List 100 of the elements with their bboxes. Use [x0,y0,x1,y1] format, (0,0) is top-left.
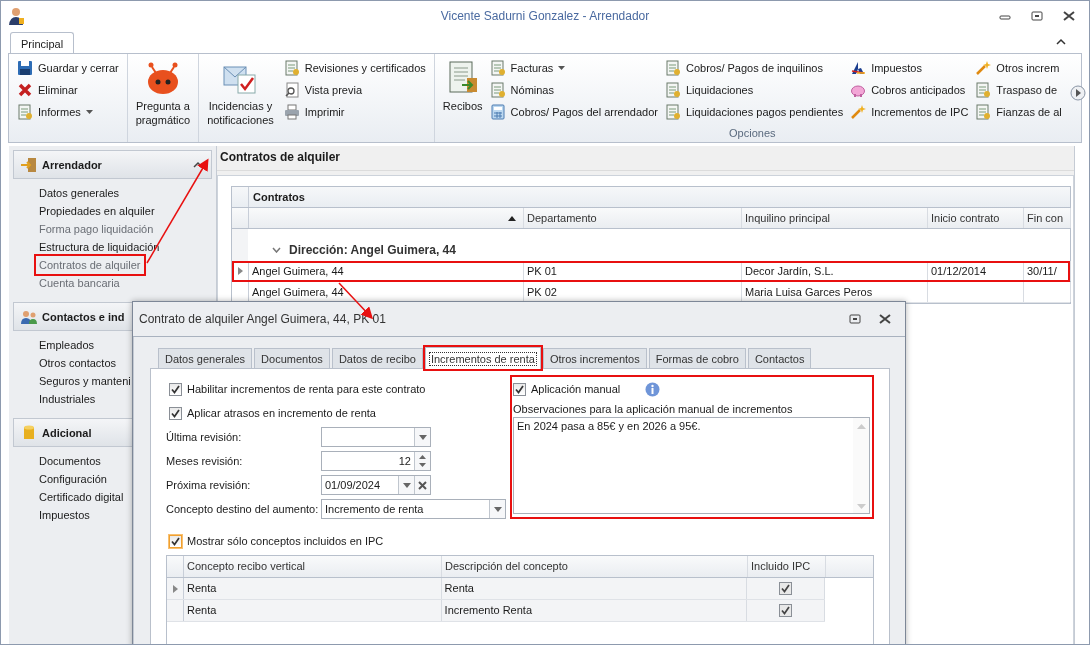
scroll-right-icon[interactable] [1069,85,1086,101]
document-icon [17,104,33,120]
ribbon-button[interactable]: Imprimir [281,101,428,123]
large-ribbon-button[interactable]: Pregunta a pragmático [133,57,193,142]
dropdown-caret-icon [85,110,93,114]
table-cell: PK 01 [527,265,557,277]
ribbon-button[interactable]: Nóminas [487,79,660,101]
grid-row[interactable]: Angel Guimera, 44 PK 01 Decor Jardín, S.L. 01/12/2014 30/11/ [232,261,1070,282]
table-cell-text: Incremento Renta [444,603,533,618]
checkbox-label: Aplicar atrasos en incremento de renta [187,407,376,419]
navigation-link[interactable]: Certificado digital [36,488,127,506]
ribbon-button[interactable]: Cobros/ Pagos de inquilinos [662,57,846,79]
field-label: Próxima revisión: [166,479,252,491]
column-header[interactable]: Descripción del concepto [442,556,748,577]
navigation-link[interactable]: Propiedades en alquiler [36,202,158,220]
magnifier-icon [283,82,300,98]
ribbon-button[interactable]: Fianzas de al [973,101,1064,123]
ribbon-button[interactable]: Eliminar [15,79,121,101]
ribbon-button[interactable]: Facturas [487,57,660,79]
column-header[interactable]: Fin con [1024,208,1071,228]
navigation-link[interactable]: Documentos [36,452,104,470]
table-cell: PK 02 [527,286,557,298]
spinner-arrows-icon[interactable] [419,454,426,468]
dialog-tab[interactable]: Incrementos de renta [424,347,541,369]
sparkle-icon [850,104,867,120]
ribbon-button[interactable]: Cobros/ Pagos del arrendador [487,101,660,123]
ribbon-button[interactable]: Traspaso de [973,79,1064,101]
ribbon-button[interactable]: Informes [15,101,121,123]
large-ribbon-button[interactable]: Recibos [440,57,485,126]
checkbox[interactable] [779,604,793,617]
ribbon-button[interactable]: Liquidaciones [662,79,846,101]
table-cell: Maria Luisa Garces Peros [745,286,873,298]
input-field[interactable]: 12 [321,451,431,471]
row-pointer-icon [237,267,243,275]
info-icon[interactable] [645,381,661,397]
navigation-link[interactable]: Impuestos [36,506,93,524]
dialog-tab[interactable]: Datos generales [158,348,253,368]
table-cell-text: Renta [444,581,474,596]
input-field[interactable]: Incremento de renta [321,499,506,519]
ribbon-button[interactable]: Vista previa [281,79,428,101]
column-header[interactable]: Concepto recibo vertical [184,556,442,577]
dialog-tab[interactable]: Datos de recibo [331,348,423,368]
document-icon [489,82,506,98]
table-cell: Angel Guimera, 44 [252,286,344,298]
grid-title: Contratos [252,190,305,205]
navigation-link[interactable]: Seguros y manteni [36,372,134,390]
chevron-down-icon[interactable] [272,247,281,253]
ribbon-button[interactable]: Cobros anticipados [848,79,971,101]
people-icon [20,308,38,325]
document-icon [975,82,992,98]
ribbon-button[interactable]: Incrementos de IPC [848,101,971,123]
collapse-ribbon-icon[interactable] [1056,38,1066,46]
restore-icon[interactable] [849,314,861,324]
ribbon-button[interactable]: Impuestos [848,57,971,79]
document-icon [664,82,681,98]
column-header[interactable]: Inicio contrato [928,208,1024,228]
dropdown-arrow-icon[interactable] [402,482,411,488]
field-label: Concepto destino del aumento: [166,503,320,515]
checkbox[interactable] [779,582,793,595]
ribbon-button[interactable]: Guardar y cerrar [15,57,121,79]
close-icon[interactable] [879,314,891,324]
large-ribbon-button[interactable]: Incidencias y notificaciones [205,57,276,142]
column-header[interactable]: Incluido IPC [748,556,826,577]
navigation-link[interactable]: Industriales [36,390,99,408]
input-field[interactable] [321,427,431,447]
navigation-link[interactable]: Configuración [36,470,110,488]
save-icon [17,60,33,76]
ribbon-tab[interactable]: Principal [10,32,75,54]
restore-icon[interactable] [1031,11,1043,21]
dropdown-arrow-icon[interactable] [493,506,502,512]
ribbon-group-label: Opciones [728,126,777,141]
document-icon [664,104,681,120]
checkbox[interactable] [169,534,182,548]
navigation-group-header[interactable]: Arrendador [13,150,212,179]
printer-icon [283,104,300,120]
checkbox[interactable] [169,406,182,420]
ribbon-button[interactable]: Otros increm [973,57,1064,79]
close-icon[interactable] [1063,11,1075,21]
table-cell-text: Renta [187,581,217,596]
window-title: Vicente Sadurni Gonzalez - Arrendador [439,9,651,23]
document-icon [283,60,300,76]
navigation-link[interactable]: Datos generales [36,184,123,202]
dialog-tab[interactable]: Contactos [747,348,812,368]
collapse-caret-icon[interactable] [193,161,203,168]
navigation-link[interactable]: Empleados [36,336,98,354]
dialog-tab[interactable]: Otros incrementos [542,348,647,368]
ribbon-button[interactable]: Revisiones y certificados [281,57,428,79]
ribbon-button[interactable]: Liquidaciones pagos pendientes [662,101,846,123]
delete-icon [17,82,33,98]
clear-icon[interactable] [418,480,427,490]
column-header[interactable]: Departamento [524,208,742,228]
dropdown-arrow-icon[interactable] [418,434,427,440]
input-field[interactable]: 01/09/2024 [321,475,431,495]
dialog-tab[interactable]: Documentos [254,348,330,368]
dialog-tab[interactable]: Formas de cobro [648,348,746,368]
navigation-link[interactable]: Otros contactos [36,354,120,372]
checkbox[interactable] [513,382,526,396]
checkbox[interactable] [169,382,182,396]
column-header[interactable]: Inquilino principal [742,208,928,228]
document-icon [975,104,992,120]
